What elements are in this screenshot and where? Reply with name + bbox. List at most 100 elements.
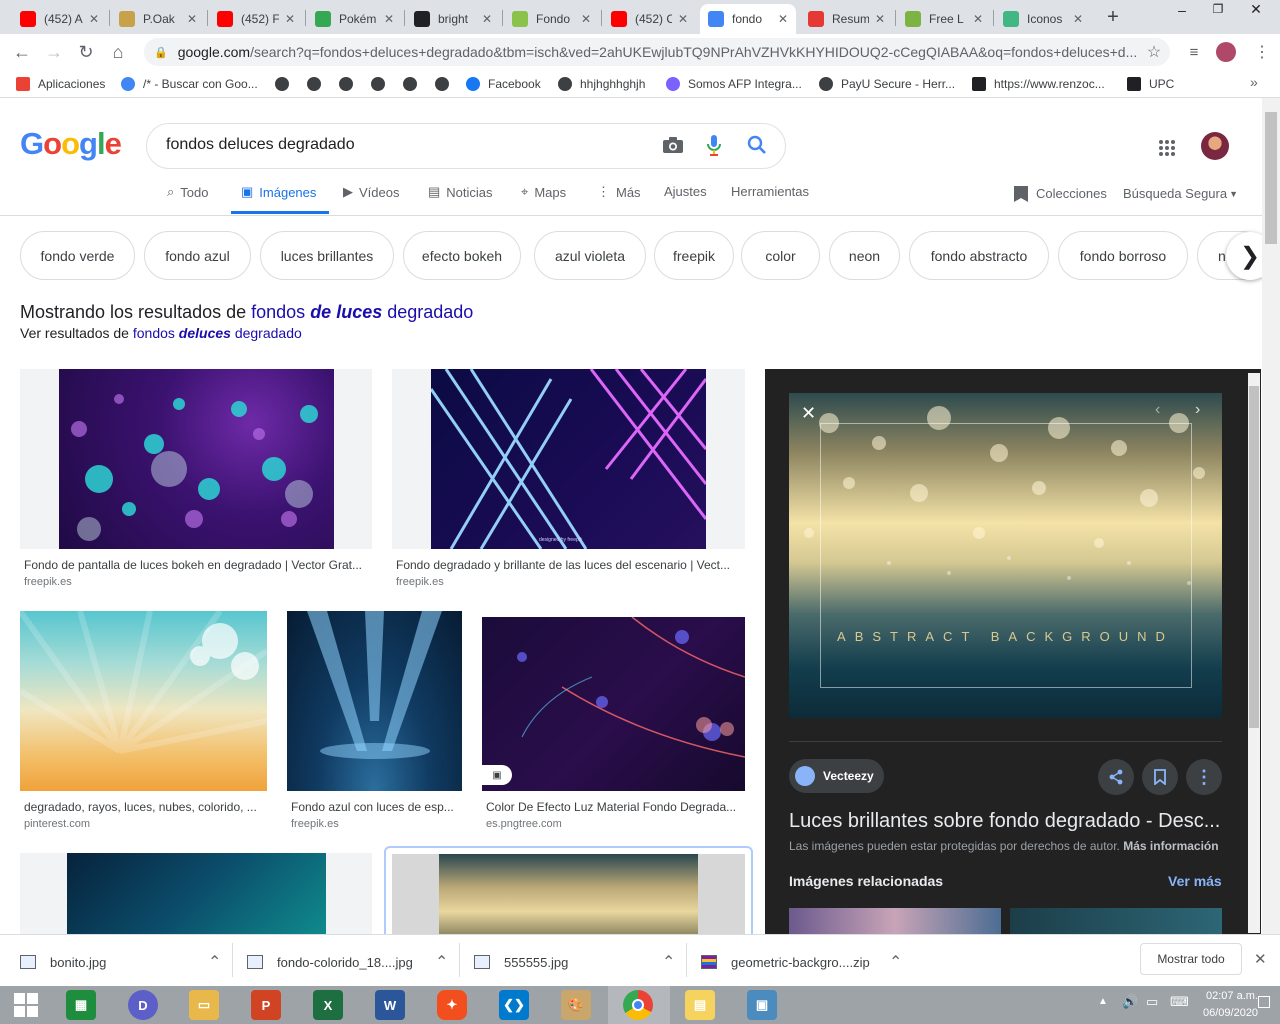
bookmark-item[interactable] — [403, 76, 425, 92]
download-item[interactable]: 555555.jpg ⌃ — [474, 952, 675, 972]
network-icon[interactable]: ▭ — [1146, 994, 1158, 1010]
page-scrollbar[interactable] — [1262, 98, 1280, 934]
next-arrow-icon[interactable]: › — [1195, 401, 1200, 419]
media-queue-icon[interactable]: ≡ — [1182, 40, 1206, 64]
microphone-icon[interactable] — [706, 134, 722, 158]
nav-tab-6[interactable]: ⋮ Más — [597, 184, 641, 200]
calculator-app-icon[interactable]: ▦ — [66, 990, 96, 1020]
result-caption-2[interactable]: Fondo degradado y brillante de las luces… — [396, 558, 741, 572]
profile-avatar[interactable] — [1216, 42, 1236, 62]
safe-search-menu[interactable]: Búsqueda Segura ▼ — [1123, 186, 1238, 201]
nav-tab-7[interactable]: Ajustes — [664, 184, 707, 199]
close-tab-icon[interactable]: ✕ — [482, 12, 492, 26]
browser-tab[interactable]: fondo ✕ — [700, 4, 796, 34]
download-options-chevron-icon[interactable]: ⌃ — [889, 952, 902, 972]
clock-time[interactable]: 02:07 a.m. — [1206, 990, 1258, 1002]
related-image-1[interactable] — [789, 908, 1001, 934]
related-image-2[interactable] — [1010, 908, 1222, 934]
more-info-link[interactable]: Más información — [1123, 839, 1218, 853]
file-explorer-icon[interactable]: ▭ — [189, 990, 219, 1020]
browser-tab[interactable]: Resum ✕ — [800, 4, 893, 34]
related-search-chip[interactable]: fondo azul — [144, 231, 251, 280]
page-scrollbar-thumb[interactable] — [1265, 112, 1277, 244]
chrome-icon[interactable] — [623, 990, 653, 1020]
previous-arrow-icon[interactable]: ‹ — [1155, 401, 1160, 419]
volume-icon[interactable]: 🔊 — [1122, 994, 1138, 1010]
nav-tab-2[interactable]: ▣ Imágenes — [241, 184, 316, 200]
close-tab-icon[interactable]: ✕ — [875, 12, 885, 26]
nav-tab-3[interactable]: ▶ Vídeos — [343, 184, 399, 200]
browser-tab[interactable]: Iconos ✕ — [995, 4, 1091, 34]
minimize-window-button[interactable]: – — [1170, 2, 1194, 18]
close-tab-icon[interactable]: ✕ — [1073, 12, 1083, 26]
notifications-icon[interactable] — [1258, 996, 1270, 1008]
result-image-3[interactable] — [20, 611, 267, 791]
search-input[interactable]: fondos deluces degradado — [166, 136, 355, 154]
bookmark-item[interactable] — [275, 76, 297, 92]
close-tab-icon[interactable]: ✕ — [187, 12, 197, 26]
bookmark-item[interactable]: Aplicaciones — [16, 76, 105, 92]
related-search-chip[interactable]: fondo borroso — [1058, 231, 1188, 280]
result-image-5[interactable]: ▣ — [482, 611, 745, 791]
address-bar[interactable]: 🔒 google.com/search?q=fondos+deluces+deg… — [144, 38, 1170, 66]
download-options-chevron-icon[interactable]: ⌃ — [435, 952, 448, 972]
result-image-1[interactable] — [20, 369, 372, 549]
original-query-link[interactable]: fondos deluces degradado — [133, 325, 302, 341]
result-image-4[interactable] — [287, 611, 462, 791]
search-icon[interactable] — [746, 134, 768, 156]
nav-tab-1[interactable]: ⌕ Todo — [167, 184, 208, 200]
result-caption-3[interactable]: degradado, rayos, luces, nubes, colorido… — [24, 800, 264, 814]
see-more-link[interactable]: Ver más — [1168, 873, 1222, 889]
reload-icon[interactable]: ↻ — [74, 40, 98, 64]
corrected-query-link[interactable]: fondos de luces degradado — [251, 302, 473, 322]
figma-icon[interactable]: ✦ — [437, 990, 467, 1020]
source-chip[interactable]: Vecteezy — [789, 759, 884, 793]
related-search-chip[interactable]: neon — [829, 231, 900, 280]
browser-tab[interactable]: (452) C ✕ — [603, 4, 696, 34]
sticky-notes-icon[interactable]: ▤ — [685, 990, 715, 1020]
bookmark-star-icon[interactable]: ☆ — [1142, 40, 1166, 64]
download-item[interactable]: fondo-colorido_18....jpg ⌃ — [247, 952, 448, 972]
close-downloads-icon[interactable]: ✕ — [1254, 950, 1267, 968]
bookmark-item[interactable] — [307, 76, 329, 92]
bookmark-item[interactable] — [435, 76, 457, 92]
browser-tab[interactable]: Pokém ✕ — [307, 4, 402, 34]
preview-title[interactable]: Luces brillantes sobre fondo degradado -… — [789, 810, 1229, 833]
tray-chevron-icon[interactable]: ▲ — [1098, 996, 1108, 1007]
home-icon[interactable]: ⌂ — [106, 40, 130, 64]
save-bookmark-icon[interactable] — [1142, 759, 1178, 795]
forward-icon[interactable]: → — [42, 40, 66, 64]
powerpoint-icon[interactable]: P — [251, 990, 281, 1020]
browser-tab[interactable]: (452) F ✕ — [209, 4, 303, 34]
download-item[interactable]: bonito.jpg ⌃ — [20, 952, 221, 972]
download-item[interactable]: geometric-backgro....zip ⌃ — [701, 952, 902, 972]
paint-icon[interactable]: 🎨 — [561, 990, 591, 1020]
download-options-chevron-icon[interactable]: ⌃ — [208, 952, 221, 972]
bookmarks-overflow-button[interactable]: » — [1250, 74, 1258, 90]
result-caption-1[interactable]: Fondo de pantalla de luces bokeh en degr… — [24, 558, 369, 572]
related-search-chip[interactable]: fondo verde — [20, 231, 135, 280]
photos-icon[interactable]: ▣ — [747, 990, 777, 1020]
related-search-chip[interactable]: color — [741, 231, 820, 280]
chrome-menu-icon[interactable]: ⋮ — [1250, 40, 1274, 64]
related-search-chip[interactable]: luces brillantes — [260, 231, 394, 280]
result-caption-4[interactable]: Fondo azul con luces de esp... — [291, 800, 459, 814]
nav-tab-5[interactable]: ⌖ Maps — [521, 184, 566, 200]
account-avatar[interactable] — [1201, 132, 1229, 160]
result-image-6[interactable] — [20, 853, 372, 934]
related-search-chip[interactable]: freepik — [654, 231, 734, 280]
browser-tab[interactable]: (452) A ✕ — [12, 4, 107, 34]
nav-tab-8[interactable]: Herramientas — [731, 184, 809, 199]
apps-grid-icon[interactable] — [1158, 139, 1176, 157]
discord-app-icon[interactable]: D — [128, 990, 158, 1020]
camera-icon[interactable] — [662, 136, 684, 154]
close-tab-icon[interactable]: ✕ — [678, 12, 688, 26]
panel-scrollbar[interactable] — [1248, 373, 1260, 933]
download-options-chevron-icon[interactable]: ⌃ — [662, 952, 675, 972]
word-icon[interactable]: W — [375, 990, 405, 1020]
bookmark-item[interactable]: Facebook — [466, 76, 541, 92]
more-options-icon[interactable]: ⋮ — [1186, 759, 1222, 795]
windows-start-icon[interactable] — [14, 993, 38, 1017]
language-icon[interactable]: ⌨ — [1170, 994, 1189, 1010]
clock-date[interactable]: 06/09/2020 — [1203, 1007, 1258, 1019]
